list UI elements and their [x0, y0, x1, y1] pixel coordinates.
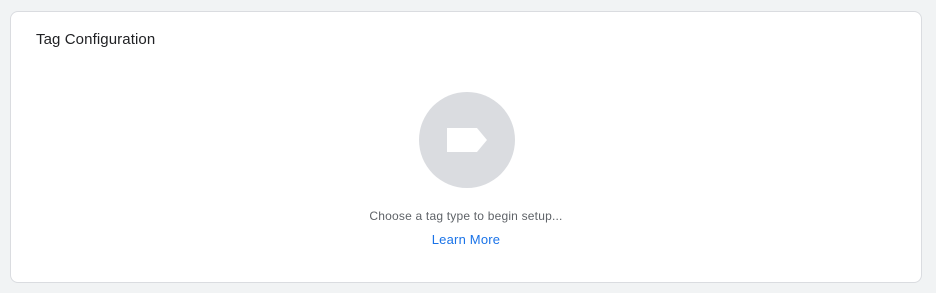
tag-configuration-card[interactable]: Tag Configuration Choose a tag type to b…	[10, 11, 922, 283]
card-title: Tag Configuration	[36, 31, 156, 48]
tag-icon	[447, 128, 487, 152]
learn-more-container: Learn More	[11, 232, 921, 247]
choose-tag-type-button[interactable]	[419, 92, 515, 188]
learn-more-link[interactable]: Learn More	[432, 232, 500, 247]
choose-tag-type-hint: Choose a tag type to begin setup...	[369, 209, 563, 223]
